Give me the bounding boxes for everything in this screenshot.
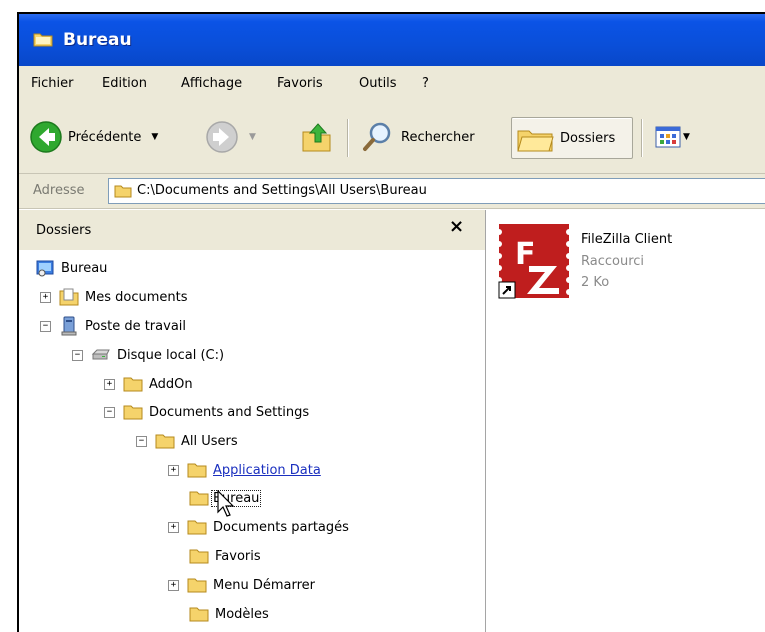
views-button[interactable]: ▼: [655, 117, 690, 157]
tree-label: Poste de travail: [85, 318, 187, 334]
forward-arrow-icon: [206, 121, 238, 153]
file-item-filezilla[interactable]: F FileZilla Client Raccourci 2 Ko: [487, 210, 765, 310]
tree-item-documents-and-settings[interactable]: − Documents and Settings: [104, 401, 309, 423]
filezilla-icon: F: [496, 224, 572, 299]
tree-label: Bureau: [61, 260, 108, 276]
search-button[interactable]: Rechercher: [361, 117, 475, 157]
tree-label: AddOn: [149, 376, 193, 392]
menu-edition[interactable]: Edition: [102, 76, 147, 91]
explorer-window: Bureau Fichier Edition Affichage Favoris…: [0, 0, 765, 632]
views-grid-icon: [655, 126, 681, 148]
folders-button[interactable]: Dossiers: [511, 117, 633, 159]
expand-icon[interactable]: +: [104, 378, 115, 390]
file-list-pane: F FileZilla Client Raccourci 2 Ko: [487, 210, 765, 632]
menu-bar: Fichier Edition Affichage Favoris Outils…: [19, 66, 765, 104]
tree-item-all-users[interactable]: − All Users: [136, 430, 238, 452]
address-field[interactable]: C:\Documents and Settings\All Users\Bure…: [108, 178, 765, 204]
menu-outils[interactable]: Outils: [359, 76, 397, 91]
expand-icon[interactable]: +: [168, 521, 179, 533]
folder-icon: [123, 377, 143, 392]
tree-item-menu-demarrer[interactable]: + Menu Démarrer: [168, 574, 315, 596]
tree-item-bureau-root[interactable]: Bureau: [35, 257, 107, 279]
expand-icon[interactable]: +: [168, 464, 179, 476]
toolbar-separator: [641, 119, 642, 157]
desktop-icon: [36, 260, 54, 277]
tree-label: Menu Démarrer: [213, 577, 315, 593]
file-name: FileZilla Client: [581, 232, 673, 247]
folders-pane-header: Dossiers ×: [19, 210, 485, 250]
views-dropdown-icon[interactable]: ▼: [683, 132, 690, 142]
menu-affichage[interactable]: Affichage: [181, 76, 242, 91]
folder-icon: [189, 549, 209, 564]
folder-window-icon: [33, 33, 53, 47]
folders-icon: [517, 130, 554, 152]
menu-fichier[interactable]: Fichier: [31, 76, 74, 91]
tree-label: All Users: [181, 433, 238, 449]
tree-label: Disque local (C:): [117, 347, 225, 363]
file-type: Raccourci: [581, 254, 645, 269]
folder-icon: [123, 405, 143, 420]
tree-label: Mes documents: [85, 289, 188, 305]
forward-button[interactable]: ▼: [205, 117, 256, 157]
up-folder-icon: [302, 123, 331, 152]
tree-item-modeles[interactable]: Modèles: [189, 603, 269, 625]
close-icon[interactable]: ×: [449, 216, 464, 237]
tree-item-addon[interactable]: + AddOn: [104, 373, 193, 395]
folder-icon: [187, 578, 207, 593]
collapse-icon[interactable]: −: [40, 320, 51, 332]
collapse-icon[interactable]: −: [72, 349, 83, 361]
tree-label: Modèles: [215, 606, 269, 622]
tree-item-mes-documents[interactable]: + Mes documents: [40, 286, 187, 308]
mouse-cursor-icon: [217, 490, 235, 517]
computer-icon: [61, 316, 77, 336]
address-value[interactable]: C:\Documents and Settings\All Users\Bure…: [137, 183, 427, 198]
tree-label: Documents partagés: [213, 519, 349, 535]
folders-label: Dossiers: [560, 130, 616, 146]
tree-item-disque-local[interactable]: − Disque local (C:): [72, 344, 224, 366]
tree-item-documents-partages[interactable]: + Documents partagés: [168, 516, 349, 538]
up-folder-button[interactable]: [300, 117, 334, 157]
documents-folder-icon: [59, 288, 79, 306]
folder-icon: [114, 185, 132, 198]
folders-pane: Dossiers × Bureau + Mes documents − Post…: [19, 210, 486, 632]
folders-pane-title: Dossiers: [36, 223, 92, 238]
file-size: 2 Ko: [581, 275, 610, 290]
menu-help[interactable]: ?: [422, 76, 429, 91]
expand-icon[interactable]: +: [168, 579, 179, 591]
address-label: Adresse: [33, 183, 85, 198]
tree-label: Documents and Settings: [149, 404, 310, 420]
menu-favoris[interactable]: Favoris: [277, 76, 323, 91]
search-icon: [363, 122, 391, 151]
expand-icon[interactable]: +: [40, 291, 51, 303]
folder-icon: [187, 520, 207, 535]
back-dropdown-icon[interactable]: ▼: [151, 132, 158, 142]
toolbar: Précédente ▼ ▼ Rechercher Dossiers ▼: [19, 103, 765, 174]
drive-icon: [91, 349, 110, 360]
address-bar: Adresse C:\Documents and Settings\All Us…: [19, 174, 765, 209]
collapse-icon[interactable]: −: [104, 406, 115, 418]
back-label: Précédente: [68, 129, 142, 145]
toolbar-separator: [347, 119, 348, 157]
back-arrow-icon: [30, 121, 62, 153]
title-bar[interactable]: Bureau: [19, 14, 765, 66]
back-button[interactable]: Précédente ▼: [29, 117, 158, 157]
search-label: Rechercher: [401, 129, 475, 145]
folder-icon: [189, 491, 209, 506]
folder-icon: [155, 434, 175, 449]
forward-dropdown-icon[interactable]: ▼: [249, 132, 256, 142]
tree-label: Favoris: [215, 548, 261, 564]
folder-icon: [189, 607, 209, 622]
window-title: Bureau: [63, 30, 132, 50]
tree-item-application-data[interactable]: + Application Data: [168, 459, 321, 481]
tree-item-poste-de-travail[interactable]: − Poste de travail: [40, 315, 186, 337]
collapse-icon[interactable]: −: [136, 435, 147, 447]
tree-label[interactable]: Application Data: [213, 463, 321, 478]
tree-item-favoris[interactable]: Favoris: [189, 545, 261, 567]
folder-icon: [187, 463, 207, 478]
